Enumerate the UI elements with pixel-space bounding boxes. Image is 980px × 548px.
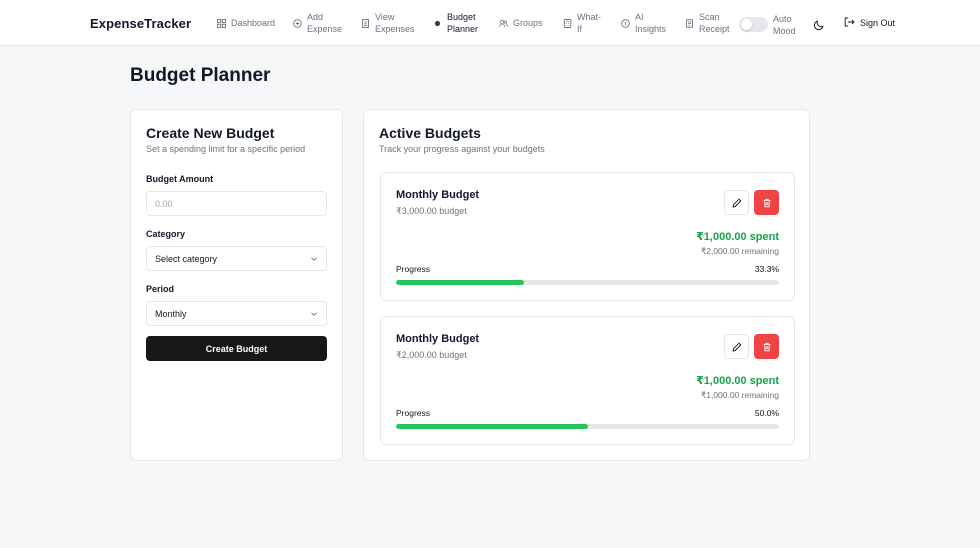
nav-item-what-if[interactable]: What- If (563, 0, 601, 46)
dashboard-grid-icon (217, 18, 226, 28)
progress-bar (396, 280, 779, 285)
progress-bar (396, 424, 779, 429)
budget-item: Monthly Budget ₹2,000.00 budget ₹1,000.0… (380, 316, 795, 445)
receipt-icon (685, 18, 694, 28)
nav-item-groups[interactable]: Groups (499, 0, 543, 46)
edit-budget-button[interactable] (724, 334, 749, 359)
budget-limit: ₹3,000.00 budget (396, 206, 467, 216)
sign-out-label: Sign Out (860, 18, 896, 28)
auto-mood-toggle[interactable] (739, 17, 768, 32)
category-select[interactable]: Select category (146, 246, 327, 271)
budget-remaining: ₹1,000.00 remaining (700, 390, 779, 400)
nav-item-view-expenses[interactable]: View Expenses (361, 0, 415, 46)
progress-percent: 50.0% (754, 408, 779, 418)
chevron-down-icon (310, 310, 318, 318)
period-select[interactable]: Monthly (146, 301, 327, 326)
users-icon (499, 19, 508, 28)
plus-circle-icon (293, 18, 302, 28)
active-budgets-subtitle: Track your progress against your budgets (379, 144, 545, 154)
calculator-icon (563, 18, 572, 28)
progress-label: Progress (396, 408, 431, 418)
dot-icon (433, 19, 442, 28)
category-select-value: Select category (155, 253, 218, 264)
page-title: Budget Planner (130, 65, 271, 86)
budget-item: Monthly Budget ₹3,000.00 budget ₹1,000.0… (380, 172, 795, 301)
active-budgets-card: Active Budgets Track your progress again… (363, 109, 810, 461)
nav-item-ai-insights[interactable]: AI Insights (621, 0, 666, 46)
active-budgets-title: Active Budgets (379, 125, 481, 141)
delete-budget-button[interactable] (754, 190, 779, 215)
progress-percent: 33.3% (754, 264, 779, 274)
nav-label: Dashboard (231, 18, 276, 28)
nav-label: Scan Receipt (699, 12, 730, 34)
info-circle-icon (621, 18, 630, 28)
top-navbar: ExpenseTracker Dashboard Add Expense Vie… (0, 0, 980, 46)
budget-spent: ₹1,000.00 spent (696, 375, 779, 387)
sign-out-icon (844, 17, 855, 29)
progress-bar-fill (396, 424, 588, 429)
edit-budget-button[interactable] (724, 190, 749, 215)
nav-item-budget-planner[interactable]: Budget Planner (433, 0, 478, 46)
list-icon (361, 18, 370, 28)
budget-amount-input[interactable] (155, 198, 318, 209)
chevron-down-icon (310, 255, 318, 263)
budget-limit: ₹2,000.00 budget (396, 350, 467, 360)
create-budget-card: Create New Budget Set a spending limit f… (130, 109, 343, 461)
nav-label: View Expenses (375, 12, 415, 34)
period-select-value: Monthly (155, 308, 187, 319)
trash-icon (763, 342, 770, 351)
trash-icon (763, 198, 770, 207)
nav-label: Groups (513, 18, 543, 28)
nav-label: Budget Planner (447, 12, 479, 34)
progress-bar-fill (396, 280, 524, 285)
pencil-icon (732, 198, 741, 207)
delete-budget-button[interactable] (754, 334, 779, 359)
sign-out-button[interactable]: Sign Out (844, 0, 895, 46)
budget-name: Monthly Budget (396, 189, 480, 201)
category-label: Category (146, 229, 186, 239)
dark-mode-moon-icon[interactable] (813, 18, 825, 31)
create-budget-subtitle: Set a spending limit for a specific peri… (146, 144, 306, 154)
brand-logo[interactable]: ExpenseTracker (90, 16, 191, 31)
create-budget-button[interactable]: Create Budget (146, 336, 327, 361)
nav-label: AI Insights (635, 12, 667, 34)
nav-item-scan-receipt[interactable]: Scan Receipt (685, 0, 730, 46)
create-budget-title: Create New Budget (146, 125, 275, 141)
nav-label: What- If (577, 12, 602, 34)
auto-mood-label: Auto Mood (773, 14, 796, 36)
budget-spent: ₹1,000.00 spent (696, 231, 779, 243)
period-label: Period (146, 284, 175, 294)
nav-item-dashboard[interactable]: Dashboard (217, 0, 275, 46)
budget-amount-field[interactable] (146, 191, 327, 216)
pencil-icon (732, 342, 741, 351)
budget-name: Monthly Budget (396, 333, 480, 345)
nav-label: Add Expense (307, 12, 343, 34)
budget-remaining: ₹2,000.00 remaining (700, 246, 779, 256)
progress-label: Progress (396, 264, 431, 274)
budget-amount-label: Budget Amount (146, 174, 214, 184)
nav-item-add-expense[interactable]: Add Expense (293, 0, 342, 46)
toggle-knob (741, 19, 752, 30)
